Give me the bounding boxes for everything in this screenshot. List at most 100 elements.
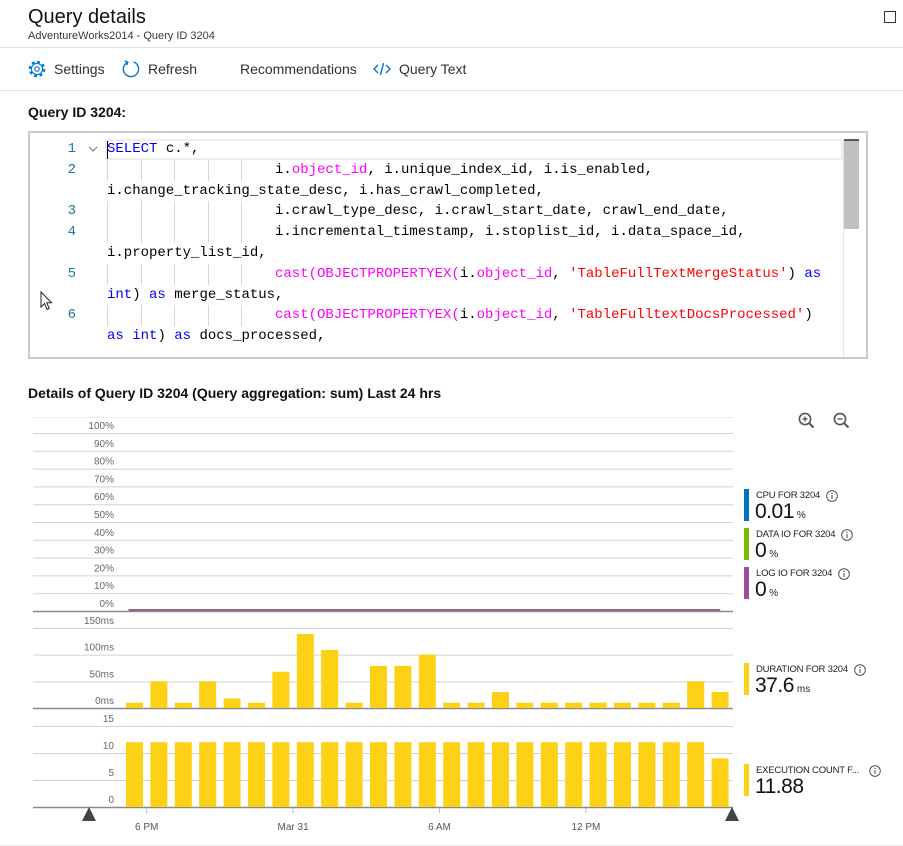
duration-bar[interactable] <box>223 698 241 708</box>
duration-bar[interactable] <box>370 665 387 708</box>
execution-count-bar[interactable] <box>711 758 729 807</box>
duration-bar[interactable] <box>516 702 534 708</box>
code-token-text: ) <box>804 307 813 324</box>
execution-count-bar[interactable] <box>492 742 509 807</box>
legend-card-execution-count[interactable]: EXECUTION COUNT F... 11.88 <box>744 764 894 798</box>
code-line-wrap[interactable]: i.property_list_id, <box>30 243 842 264</box>
legend-card-cpu[interactable]: CPU FOR 3204 0.01% <box>744 489 894 523</box>
execution-count-bar[interactable] <box>565 742 583 807</box>
execution-count-bar[interactable] <box>662 742 680 807</box>
indent-guide <box>241 263 243 285</box>
legend-card-log-io[interactable]: LOG IO FOR 3204 0% <box>744 567 894 601</box>
zoom-out-icon[interactable] <box>832 411 852 431</box>
duration-bar[interactable] <box>418 654 436 708</box>
duration-bar[interactable] <box>174 702 192 708</box>
editor-scrollbar-thumb[interactable] <box>844 139 859 229</box>
legend-color-execution-count <box>744 764 749 796</box>
info-icon[interactable] <box>826 490 838 502</box>
info-icon[interactable] <box>869 765 881 777</box>
code-text: i.object_id, i.unique_index_id, i.is_ena… <box>275 160 653 181</box>
fold-chevron-icon[interactable] <box>88 145 98 153</box>
duration-bar[interactable] <box>199 681 217 708</box>
info-icon[interactable] <box>854 664 866 676</box>
execution-count-bar[interactable] <box>150 742 168 807</box>
duration-bar[interactable] <box>467 702 485 708</box>
execution-count-bar[interactable] <box>223 742 241 807</box>
code-line[interactable]: 2 i.object_id, i.unique_index_id, i.is_en… <box>30 159 842 181</box>
duration-bar[interactable] <box>443 702 461 708</box>
execution-count-bar[interactable] <box>126 742 143 807</box>
indent-guide <box>140 159 142 181</box>
duration-bar[interactable] <box>126 702 143 708</box>
duration-bar[interactable] <box>248 702 265 708</box>
duration-bar[interactable] <box>540 702 558 708</box>
code-line[interactable]: 3 i.crawl_type_desc, i.crawl_start_date, … <box>30 201 842 223</box>
range-start-handle[interactable] <box>82 807 96 821</box>
indent-guide <box>107 159 108 181</box>
y-tick-label: 60% <box>94 492 114 503</box>
execution-count-bar[interactable] <box>614 742 631 807</box>
range-end-handle[interactable] <box>725 807 739 821</box>
settings-button[interactable]: Settings <box>27 48 105 90</box>
code-line-wrap[interactable]: i.change_tracking_state_desc, i.has_craw… <box>30 181 842 202</box>
duration-bar[interactable] <box>272 671 290 708</box>
execution-count-bar[interactable] <box>418 742 436 807</box>
duration-bar[interactable] <box>638 702 656 708</box>
execution-count-bar[interactable] <box>345 742 363 807</box>
y-tick-label: 10 <box>103 741 115 752</box>
execution-count-bar[interactable] <box>687 742 705 807</box>
execution-count-bar[interactable] <box>174 742 192 807</box>
code-editor[interactable]: 1 SELECT c.*, 2 i.object_id, i.unique_index… <box>28 131 868 359</box>
y-tick-label: 70% <box>94 474 114 485</box>
execution-count-bar[interactable] <box>443 742 461 807</box>
maximize-icon[interactable] <box>884 11 896 23</box>
query-text-button[interactable]: Query Text <box>372 48 466 90</box>
y-tick-label: 80% <box>94 457 114 468</box>
zoom-in-icon[interactable] <box>797 411 817 431</box>
execution-count-bar[interactable] <box>589 742 607 807</box>
code-line[interactable]: 1 SELECT c.*, <box>30 139 842 160</box>
settings-label: Settings <box>54 61 105 77</box>
execution-count-bar[interactable] <box>394 742 412 807</box>
query-details-chart[interactable]: 0% 10% 20% 30% 40% 50% 60% 70% 80% 90% 100% 0ms 50ms… <box>0 400 745 846</box>
duration-bar[interactable] <box>711 692 729 708</box>
y-tick-label: 50% <box>94 510 114 521</box>
duration-bar[interactable] <box>492 692 509 708</box>
duration-bar[interactable] <box>321 649 339 708</box>
duration-bar[interactable] <box>662 702 680 708</box>
duration-bar[interactable] <box>589 702 607 708</box>
execution-count-bar[interactable] <box>248 742 265 807</box>
code-line[interactable]: 4 i.incremental_timestamp, i.stoplist_id,… <box>30 222 842 243</box>
duration-bar[interactable] <box>687 681 705 708</box>
execution-count-bar[interactable] <box>321 742 339 807</box>
duration-bar[interactable] <box>296 633 314 708</box>
code-line[interactable]: 5 cast(OBJECTPROPERTYEX(i.object_id, 'Tab… <box>30 263 842 285</box>
execution-count-bar[interactable] <box>516 742 534 807</box>
refresh-button[interactable]: Refresh <box>121 48 197 90</box>
legend-value: 0 <box>755 539 767 562</box>
legend-card-data-io[interactable]: DATA IO FOR 3204 0% <box>744 528 894 562</box>
execution-count-bar[interactable] <box>199 742 217 807</box>
y-tick-label: 50ms <box>90 669 114 680</box>
execution-count-bar[interactable] <box>467 742 485 807</box>
duration-bar[interactable] <box>150 681 168 708</box>
y-tick-label: 40% <box>94 528 114 539</box>
legend-card-duration[interactable]: DURATION FOR 3204 37.6 ms <box>744 663 894 697</box>
info-icon[interactable] <box>841 529 854 541</box>
code-line[interactable]: 6 cast(OBJECTPROPERTYEX(i.object_id, 'Tab… <box>30 305 842 327</box>
duration-bar[interactable] <box>565 702 583 708</box>
code-line-wrap[interactable]: as int) as docs_processed, <box>30 326 842 347</box>
execution-count-bar[interactable] <box>296 742 314 807</box>
duration-bar[interactable] <box>345 702 363 708</box>
execution-count-bar[interactable] <box>272 742 290 807</box>
code-line-wrap[interactable]: int) as merge_status, <box>30 285 842 306</box>
execution-count-bar[interactable] <box>638 742 656 807</box>
duration-bar[interactable] <box>614 702 631 708</box>
code-area[interactable]: 1 SELECT c.*, 2 i.object_id, i.unique_index… <box>30 133 842 357</box>
recommendations-button[interactable]: Recommendations <box>240 48 357 90</box>
info-icon[interactable] <box>838 568 850 580</box>
indent-guide <box>107 201 108 223</box>
duration-bar[interactable] <box>394 665 412 708</box>
execution-count-bar[interactable] <box>540 742 558 807</box>
execution-count-bar[interactable] <box>370 742 387 807</box>
